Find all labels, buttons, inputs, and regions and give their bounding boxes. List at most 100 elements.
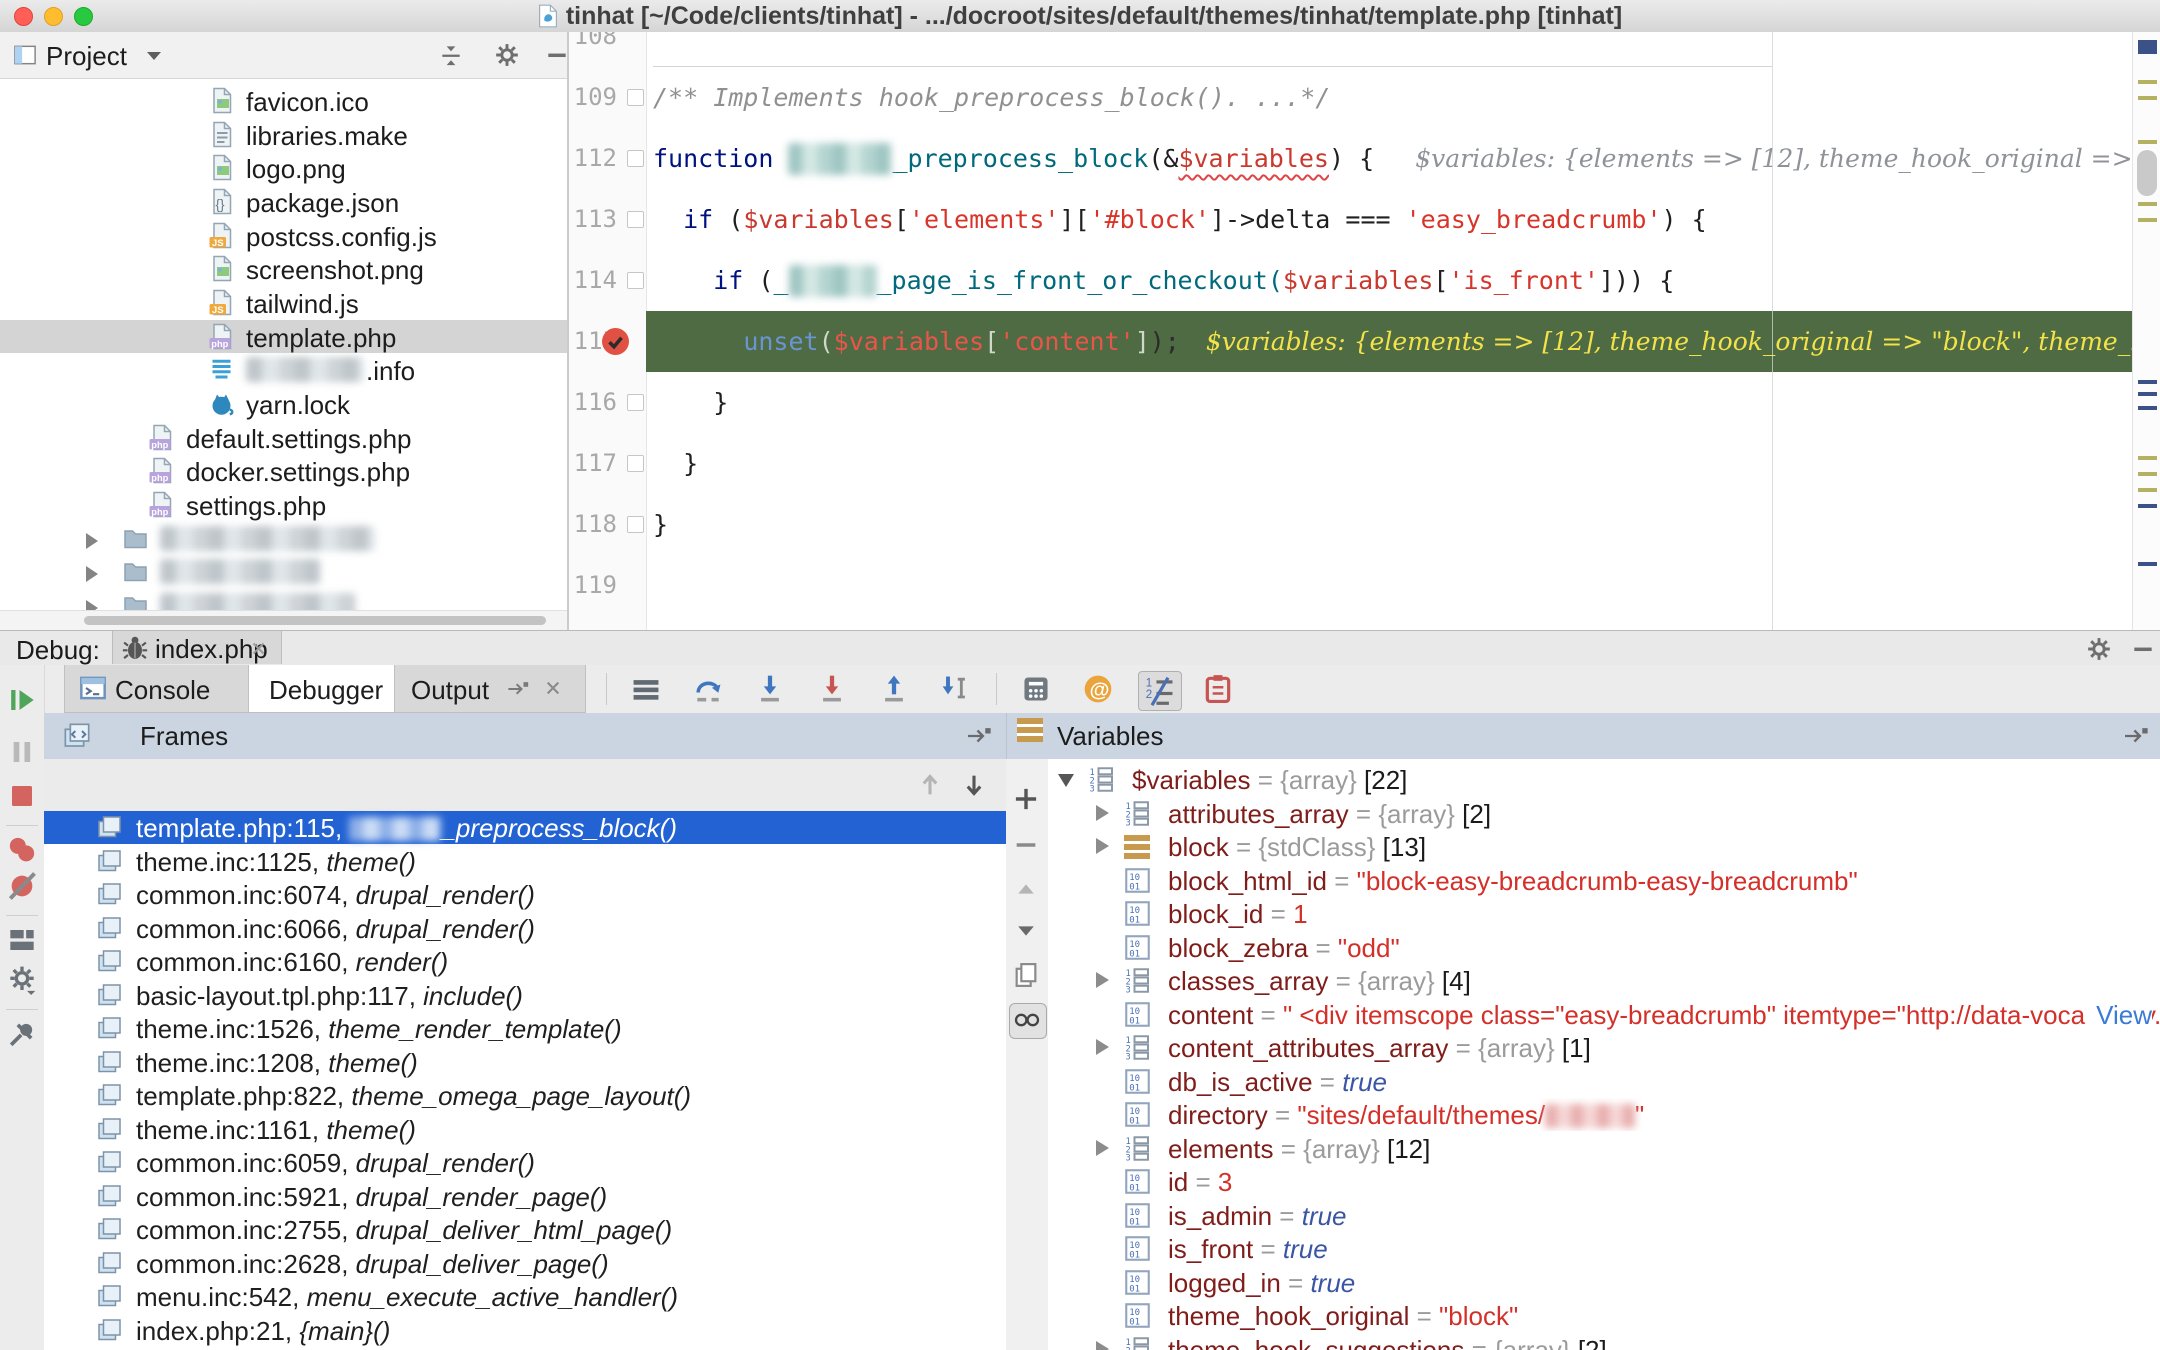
frame-row[interactable]: theme.inc:1526, theme_render_template()	[44, 1012, 1006, 1045]
restore-layout-button[interactable]	[7, 925, 37, 955]
variable-row[interactable]: block = {stdClass} [13]	[1048, 830, 2160, 863]
gear-icon[interactable]	[494, 42, 520, 68]
variable-row-clipped[interactable]: 123 theme_hook_suggestions = {array} [2]	[1048, 1333, 2160, 1350]
tree-item-info[interactable]: .info	[0, 353, 567, 386]
scrollbar-thumb[interactable]	[2137, 150, 2157, 196]
watch-button[interactable]: @	[1082, 673, 1114, 705]
collapse-caret-icon[interactable]	[1058, 774, 1074, 787]
float-tab-icon[interactable]	[507, 679, 529, 699]
show-values-inline-toggle[interactable]: 1 2	[1138, 671, 1182, 711]
collapse-all-button[interactable]	[438, 42, 464, 68]
code-line-117[interactable]: 117 }	[569, 433, 2132, 494]
frame-row[interactable]: theme.inc:1208, theme()	[44, 1046, 1006, 1079]
frame-row[interactable]: theme.inc:1161, theme()	[44, 1113, 1006, 1146]
frame-row-selected[interactable]: template.php:115, _preprocess_block()	[44, 811, 1006, 844]
frame-row[interactable]: common.inc:6059, drupal_render()	[44, 1146, 1006, 1179]
close-icon[interactable]	[545, 680, 561, 696]
frame-row[interactable]: common.inc:6074, drupal_render()	[44, 878, 1006, 911]
tree-item-folder-1[interactable]	[0, 522, 567, 555]
tab-output[interactable]: Output	[394, 665, 586, 713]
expand-caret-icon[interactable]	[1096, 805, 1109, 821]
pin-icon[interactable]	[7, 1019, 37, 1049]
fold-marker-icon[interactable]	[627, 89, 644, 106]
project-panel-title[interactable]: Project	[46, 41, 127, 72]
fold-end-marker-icon[interactable]	[627, 516, 644, 533]
force-step-into-button[interactable]	[816, 673, 848, 705]
tree-item-template-php-selected[interactable]: php template.php	[0, 320, 567, 353]
float-panel-icon[interactable]	[966, 725, 992, 747]
code-line-115-execution-point[interactable]: 115 unset($variables['content']);$variab…	[569, 311, 2132, 372]
folded-doc-comment[interactable]: /** Implements hook_preprocess_block(). …	[653, 83, 1330, 112]
close-icon[interactable]	[251, 641, 266, 656]
tree-item-package-json[interactable]: {} package.json	[0, 185, 567, 218]
step-out-button[interactable]	[878, 673, 910, 705]
variable-row[interactable]: 123 content_attributes_array = {array} […	[1048, 1031, 2160, 1064]
code-line-119[interactable]: 119	[569, 555, 2132, 616]
tree-item-screenshot[interactable]: screenshot.png	[0, 252, 567, 285]
show-execution-point-button[interactable]	[630, 673, 662, 705]
copy-value-button[interactable]	[1012, 961, 1040, 989]
variable-row-content[interactable]: 1001 content = " <div itemscope class="e…	[1048, 998, 2160, 1031]
code-line-114[interactable]: 114 if (__page_is_front_or_checkout($var…	[569, 250, 2132, 311]
add-watch-button[interactable]	[1012, 785, 1040, 813]
breakpoint-icon[interactable]	[602, 328, 629, 355]
step-into-button[interactable]	[754, 673, 786, 705]
code-line-108[interactable]: 108	[569, 32, 2132, 67]
variable-row[interactable]: 1001 id = 3	[1048, 1165, 2160, 1198]
expand-caret-icon[interactable]	[1096, 972, 1109, 988]
variable-row-directory[interactable]: 1001 directory = "sites/default/themes/"	[1048, 1098, 2160, 1131]
step-over-button[interactable]	[692, 673, 724, 705]
frame-row[interactable]: common.inc:2628, drupal_deliver_page()	[44, 1247, 1006, 1280]
tree-item-postcss[interactable]: JS postcss.config.js	[0, 219, 567, 252]
mute-breakpoints-button[interactable]	[7, 871, 37, 901]
tree-item-yarn-lock[interactable]: yarn.lock	[0, 387, 567, 420]
hide-panel-button[interactable]	[544, 42, 567, 68]
editor-error-stripe[interactable]	[2132, 32, 2160, 630]
tree-item-folder-2[interactable]	[0, 555, 567, 588]
next-frame-button[interactable]	[960, 771, 988, 799]
tree-item-settings[interactable]: php settings.php	[0, 488, 567, 521]
code-editor[interactable]: 108 109 /** Implements hook_preprocess_b…	[569, 32, 2132, 630]
variable-row[interactable]: 1001 is_admin = true	[1048, 1199, 2160, 1232]
expand-caret-icon[interactable]	[86, 533, 98, 549]
chevron-down-icon[interactable]	[146, 51, 162, 61]
variable-row[interactable]: 1001 logged_in = true	[1048, 1266, 2160, 1299]
variable-row[interactable]: 1001 theme_hook_original = "block"	[1048, 1299, 2160, 1332]
debug-session-tab[interactable]: index.php	[112, 631, 282, 664]
view-value-link[interactable]: View	[2086, 1000, 2152, 1031]
expand-caret-icon[interactable]	[86, 566, 98, 582]
settings-gear-icon[interactable]	[7, 965, 37, 995]
tree-item-default-settings[interactable]: php default.settings.php	[0, 421, 567, 454]
variable-row[interactable]: 1001 block_html_id = "block-easy-breadcr…	[1048, 864, 2160, 897]
scrollbar-thumb[interactable]	[84, 616, 546, 625]
variable-row[interactable]: 1001 block_zebra = "odd"	[1048, 931, 2160, 964]
fold-end-marker-icon[interactable]	[627, 394, 644, 411]
fold-marker-icon[interactable]	[627, 150, 644, 167]
variable-row[interactable]: 123 classes_array = {array} [4]	[1048, 964, 2160, 997]
resume-button[interactable]	[7, 685, 37, 715]
frame-row[interactable]: common.inc:2755, drupal_deliver_html_pag…	[44, 1213, 1006, 1246]
code-line-113[interactable]: 113 if ($variables['elements']['#block']…	[569, 189, 2132, 250]
code-line-109[interactable]: 109 /** Implements hook_preprocess_block…	[569, 67, 2132, 128]
fold-marker-icon[interactable]	[627, 211, 644, 228]
frame-row[interactable]: common.inc:5921, drupal_render_page()	[44, 1180, 1006, 1213]
remove-watch-button[interactable]	[1012, 831, 1040, 859]
thread-dump-button[interactable]	[1202, 673, 1234, 705]
gear-icon[interactable]	[2086, 636, 2112, 662]
hide-panel-button[interactable]	[2130, 636, 2156, 662]
variable-row[interactable]: 1001 block_id = 1	[1048, 897, 2160, 930]
run-to-cursor-button[interactable]	[940, 673, 972, 705]
code-line-112[interactable]: 112 function _preprocess_block(&$variabl…	[569, 128, 2132, 189]
move-up-button[interactable]	[1012, 875, 1040, 903]
frame-row[interactable]: menu.inc:542, menu_execute_active_handle…	[44, 1280, 1006, 1313]
move-down-button[interactable]	[1012, 917, 1040, 945]
expand-caret-icon[interactable]	[1096, 1341, 1109, 1350]
stop-button[interactable]	[7, 781, 37, 811]
variable-row[interactable]: 123 $variables = {array} [22]	[1048, 763, 2160, 796]
variable-row[interactable]: 123 attributes_array = {array} [2]	[1048, 797, 2160, 830]
frame-row[interactable]: basic-layout.tpl.php:117, include()	[44, 979, 1006, 1012]
show-watches-toggle[interactable]	[1009, 1003, 1047, 1039]
code-line-116[interactable]: 116 }	[569, 372, 2132, 433]
tree-item-tailwind[interactable]: JS tailwind.js	[0, 286, 567, 319]
variable-row[interactable]: 123 elements = {array} [12]	[1048, 1132, 2160, 1165]
